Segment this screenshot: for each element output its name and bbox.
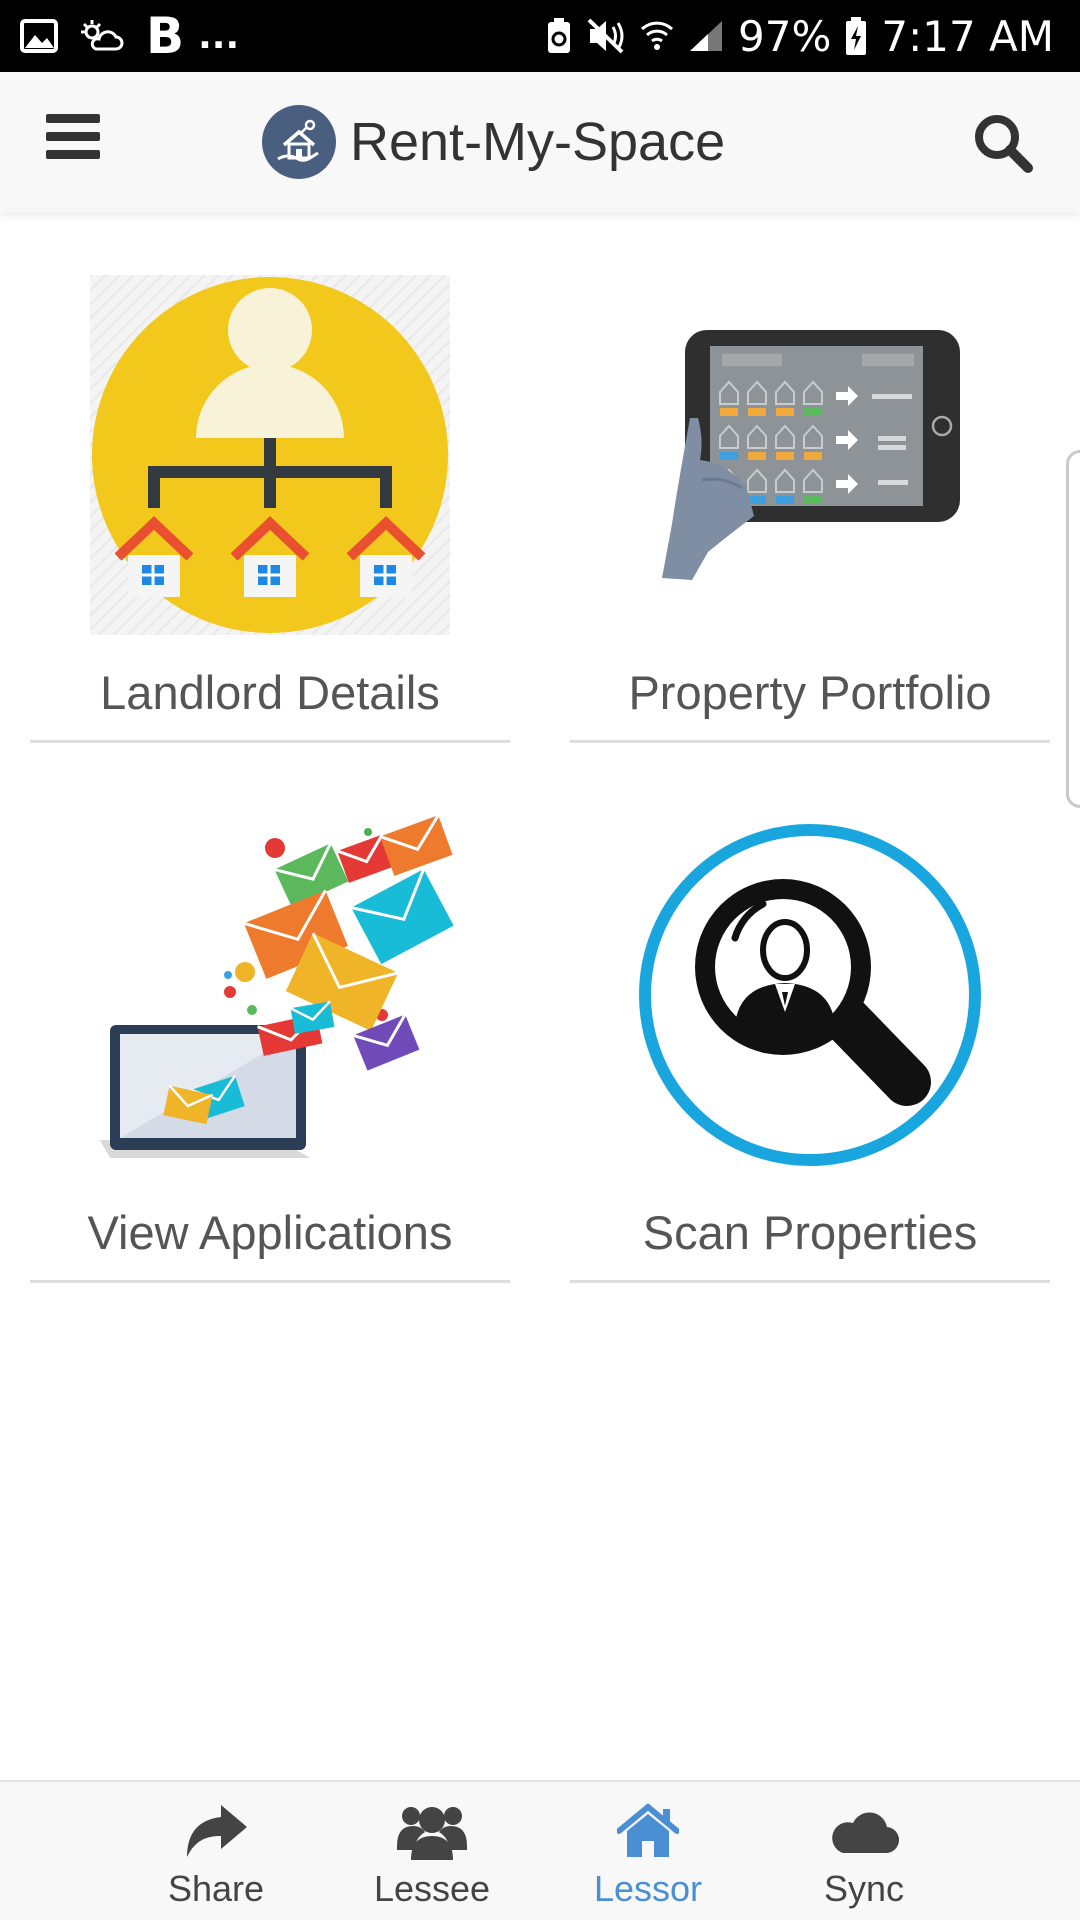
- tile-scan-properties[interactable]: Scan Properties: [570, 805, 1050, 1290]
- landlord-network-illustration: [30, 265, 510, 645]
- mute-vibrate-icon: [586, 17, 626, 55]
- nav-lessee[interactable]: Lessee: [332, 1782, 532, 1920]
- nav-label: Share: [167, 1868, 265, 1909]
- tile-landlord-details[interactable]: Landlord Details: [30, 265, 510, 750]
- nav-lessor[interactable]: Lessor: [548, 1782, 748, 1920]
- signal-icon: [688, 19, 724, 53]
- gallery-icon: [20, 19, 58, 53]
- nav-sync[interactable]: Sync: [764, 1782, 964, 1920]
- battery-percent: 97%: [738, 11, 832, 61]
- status-more-indicator: ...: [198, 15, 240, 57]
- tile-divider: [30, 1280, 510, 1283]
- tile-divider: [570, 740, 1050, 743]
- app-title: Rent-My-Space: [350, 112, 726, 172]
- app-brand: Rent-My-Space: [262, 100, 725, 184]
- tile-divider: [570, 1280, 1050, 1283]
- search-button[interactable]: [972, 112, 1034, 174]
- nav-share[interactable]: Share: [116, 1782, 316, 1920]
- users-icon: [332, 1798, 532, 1864]
- menu-icon: [46, 114, 100, 159]
- app-logo: [262, 105, 336, 179]
- tablet-portfolio-illustration: [570, 265, 1050, 645]
- envelopes-laptop-illustration: [30, 805, 510, 1185]
- weather-icon: [80, 19, 124, 53]
- menu-button[interactable]: [46, 114, 100, 170]
- tile-property-portfolio[interactable]: Property Portfolio: [570, 265, 1050, 750]
- status-app-letter: B: [146, 7, 185, 65]
- tile-label: Property Portfolio: [628, 666, 992, 719]
- tile-label: Landlord Details: [100, 666, 440, 719]
- nav-label: Lessee: [373, 1868, 491, 1909]
- home-icon: [548, 1798, 748, 1864]
- tile-divider: [30, 740, 510, 743]
- cloud-icon: [764, 1798, 964, 1864]
- nav-label: Lessor: [593, 1868, 703, 1909]
- search-icon: [975, 115, 1033, 173]
- bottom-navigation: Share Lessee Lessor Sync: [0, 1780, 1080, 1920]
- tile-label: View Applications: [87, 1206, 453, 1259]
- status-time: 7:17 AM: [881, 11, 1054, 61]
- share-icon: [116, 1798, 316, 1864]
- battery-charging-icon: [845, 16, 867, 56]
- wifi-icon: [640, 17, 674, 55]
- nav-label: Sync: [823, 1868, 905, 1909]
- tile-view-applications[interactable]: View Applications: [30, 805, 510, 1290]
- battery-saver-icon: [546, 17, 572, 55]
- magnifier-person-illustration: [570, 805, 1050, 1185]
- status-bar: B ... 97% 7:17 AM: [0, 0, 1080, 72]
- side-drawer-handle[interactable]: [1066, 450, 1080, 808]
- app-header: Rent-My-Space: [0, 72, 1080, 212]
- tile-label: Scan Properties: [642, 1206, 978, 1259]
